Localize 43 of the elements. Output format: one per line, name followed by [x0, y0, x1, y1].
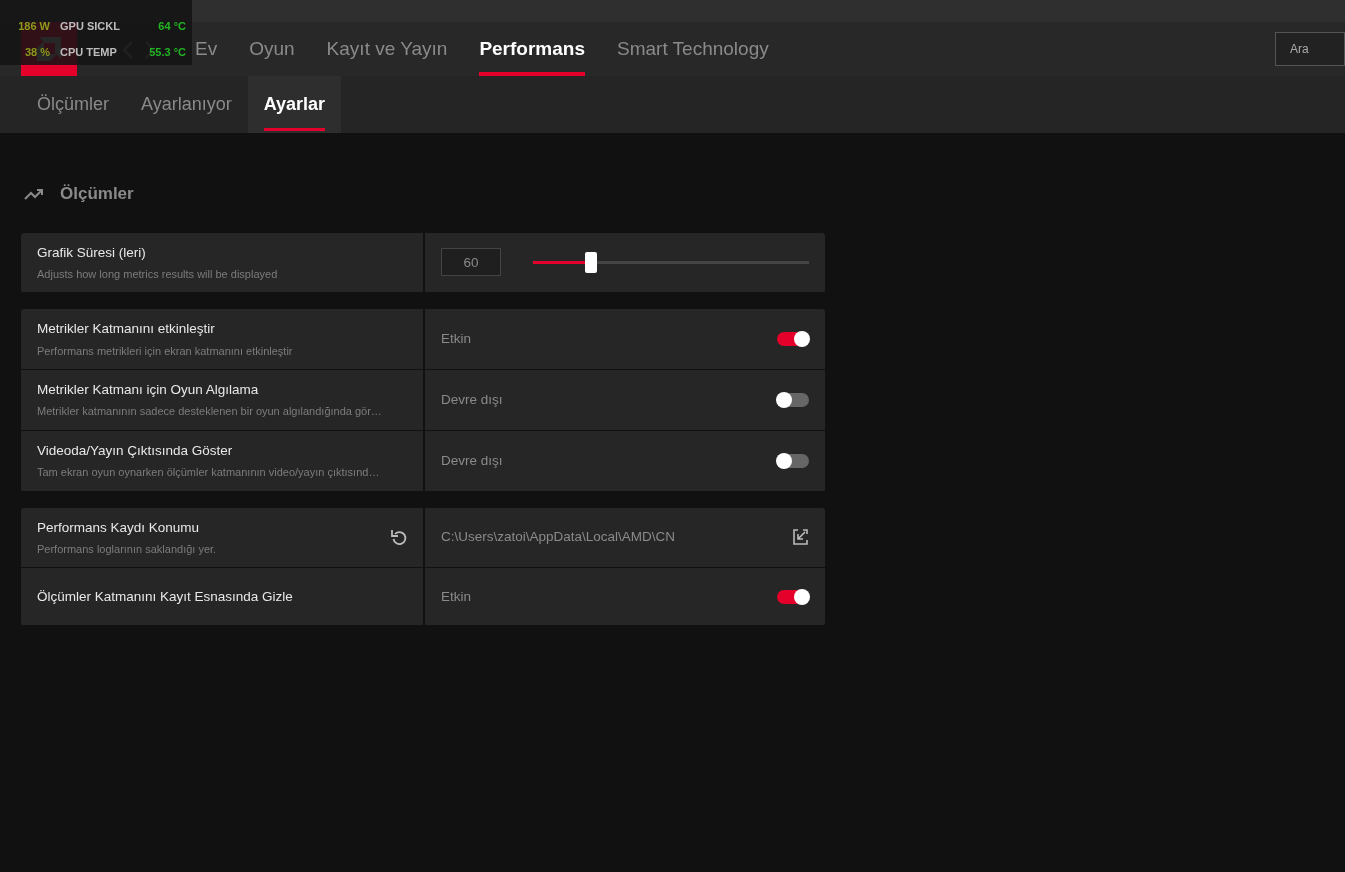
nav-tab[interactable]: Ev [195, 22, 218, 76]
nav-tab[interactable]: Kayıt ve Yayın [326, 22, 448, 76]
folder-select-icon [792, 528, 809, 546]
metric-reading: 64 °C [157, 18, 187, 34]
toggle-switch[interactable] [777, 453, 809, 468]
metric-label: CPU TEMP [60, 44, 118, 60]
setting-title: Metrikler Katmanı için Oyun Algılama [37, 381, 260, 399]
setting-description: Performans metrikleri için ekran katmanını etkinleştir [37, 343, 293, 359]
section-title: Ölçümler [60, 183, 134, 205]
setting-status: Etkin [441, 587, 471, 606]
sub-tab[interactable]: Ayarlanıyor [125, 76, 248, 133]
nav-tab[interactable]: Smart Technology [617, 22, 769, 76]
trend-icon [24, 187, 44, 200]
setting-description: Tam ekran oyun oynarken ölçümler katmanının video/yayın çıktısınd… [37, 465, 380, 480]
setting-title: Ölçümler Katmanını Kayıt Esnasında Gizle [37, 587, 293, 606]
toggle-switch[interactable] [777, 589, 809, 604]
setting-status: Devre dışı [441, 390, 503, 409]
setting-title: Videoda/Yayın Çıktısında Göster [37, 441, 234, 460]
reset-icon [391, 528, 407, 546]
slider-thumb[interactable] [584, 251, 597, 273]
toggle-switch[interactable] [777, 392, 809, 407]
metric-reading: 55.3 °C [148, 44, 187, 60]
metric-label: GPU SICKL [60, 18, 121, 34]
metric-value: 38 % [23, 44, 50, 60]
setting-description: Adjusts how long metrics results will be displayed [37, 266, 278, 282]
sub-tab[interactable]: Ayarlar [247, 76, 342, 133]
nav-tab[interactable]: Performans [479, 22, 585, 76]
setting-title: Grafik Süresi (leri) [37, 243, 147, 262]
reset-button[interactable] [391, 528, 407, 546]
setting-description: Metrikler katmanının sadece desteklenen bir oyun algılandığında gör… [37, 404, 382, 420]
setting-title: Performans Kaydı Konumu [37, 518, 201, 537]
setting-title: Metrikler Katmanını etkinleştir [37, 320, 216, 339]
metric-value: 186 W [17, 18, 50, 34]
folder-path: C:\Users\zatoi\AppData\Local\AMD\CN [441, 528, 676, 547]
sub-tab[interactable]: Ölçümler [21, 76, 125, 133]
value-field[interactable]: 60 [441, 248, 501, 277]
setting-status: Devre dışı [441, 451, 503, 470]
setting-status: Etkin [441, 330, 471, 348]
nav-tab[interactable]: Oyun [249, 22, 295, 76]
setting-description: Performans loglarının saklandığı yer. [37, 541, 217, 557]
toggle-switch[interactable] [777, 332, 809, 347]
browse-button[interactable] [792, 528, 809, 546]
search-field[interactable]: Ara [1275, 32, 1345, 66]
